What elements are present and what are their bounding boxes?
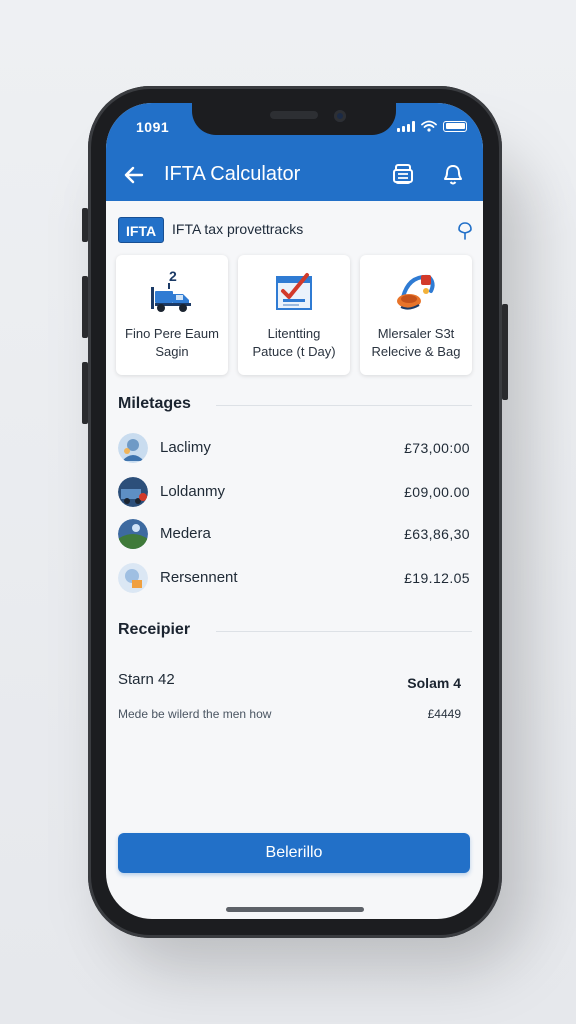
wifi-icon: [421, 120, 437, 132]
location-pin-icon[interactable]: [456, 221, 474, 241]
truck-icon: 2: [151, 268, 191, 312]
card-label: Fino Pere Eaum Sagin: [125, 326, 219, 359]
avatar: [118, 519, 148, 549]
feature-card-fuel-sagin[interactable]: 2 Fino Pere Eaum Sagin: [116, 255, 228, 375]
notification-icon[interactable]: [442, 163, 464, 187]
divider: [216, 405, 472, 406]
item-amount: £63,86,30: [404, 526, 470, 542]
speaker: [270, 111, 318, 119]
info-row: IFTA IFTA tax provettracks: [118, 217, 474, 243]
status-time: 1091: [136, 119, 170, 135]
ifta-badge: IFTA: [118, 217, 165, 243]
summary-label: Starn 42: [118, 671, 175, 688]
receipt-note: Mede be wilerd the men how: [118, 707, 272, 721]
notch: [192, 103, 396, 135]
summary-value: Solam 4: [407, 675, 461, 691]
item-amount: £09,00.00: [404, 484, 470, 500]
avatar: [118, 477, 148, 507]
signal-icon: [397, 120, 415, 132]
item-name: Medera: [160, 525, 211, 542]
feature-cards: 2 Fino Pere Eaum Sagin Litentting Patuce…: [116, 255, 472, 375]
app-header: 1091 IFTA Calculator: [106, 103, 483, 201]
document-icon[interactable]: [392, 163, 414, 187]
receipts-heading: Receipier: [118, 621, 191, 638]
status-icons: [397, 120, 467, 132]
item-amount: £19.12.05: [404, 570, 470, 586]
item-name: Rersennent: [160, 569, 238, 586]
battery-icon: [443, 120, 467, 132]
info-text: IFTA tax provettracks: [172, 221, 304, 237]
divider: [216, 631, 472, 632]
list-item[interactable]: Loldanmy £09,00.00: [118, 477, 470, 509]
volume-up-button: [82, 276, 88, 338]
item-name: Loldanmy: [160, 483, 226, 500]
item-amount: £73,00:00: [404, 440, 470, 456]
primary-action-button[interactable]: Belerillo: [118, 833, 470, 873]
power-button: [502, 304, 508, 400]
list-item[interactable]: Rersennent £19.12.05: [118, 563, 470, 595]
home-indicator[interactable]: [226, 907, 364, 912]
avatar: [118, 433, 148, 463]
feature-card-relecive-bag[interactable]: Mlersaler S3t Relecive & Bag: [360, 255, 472, 375]
volume-down-button: [82, 362, 88, 424]
mute-switch: [82, 208, 88, 242]
card-label: Litentting Patuce (t Day): [252, 326, 336, 359]
checklist-icon: [276, 273, 312, 310]
svg-text:2: 2: [169, 268, 177, 284]
page-title: IFTA Calculator: [164, 163, 301, 185]
app-screen: 1091 IFTA Calculator IFTA IFTA tax prove…: [106, 103, 483, 919]
card-label: Mlersaler S3t Relecive & Bag: [371, 326, 461, 359]
back-arrow-icon[interactable]: [122, 163, 146, 187]
camera: [334, 110, 346, 122]
mileages-heading: Miletages: [118, 395, 191, 412]
feature-card-listing-day[interactable]: Litentting Patuce (t Day): [238, 255, 350, 375]
fuel-pump-icon: [397, 274, 435, 310]
list-item[interactable]: Medera £63,86,30: [118, 519, 470, 551]
avatar: [118, 563, 148, 593]
receipt-note-value: £4449: [427, 707, 461, 721]
list-item[interactable]: Laclimy £73,00:00: [118, 433, 470, 465]
item-name: Laclimy: [160, 439, 211, 456]
